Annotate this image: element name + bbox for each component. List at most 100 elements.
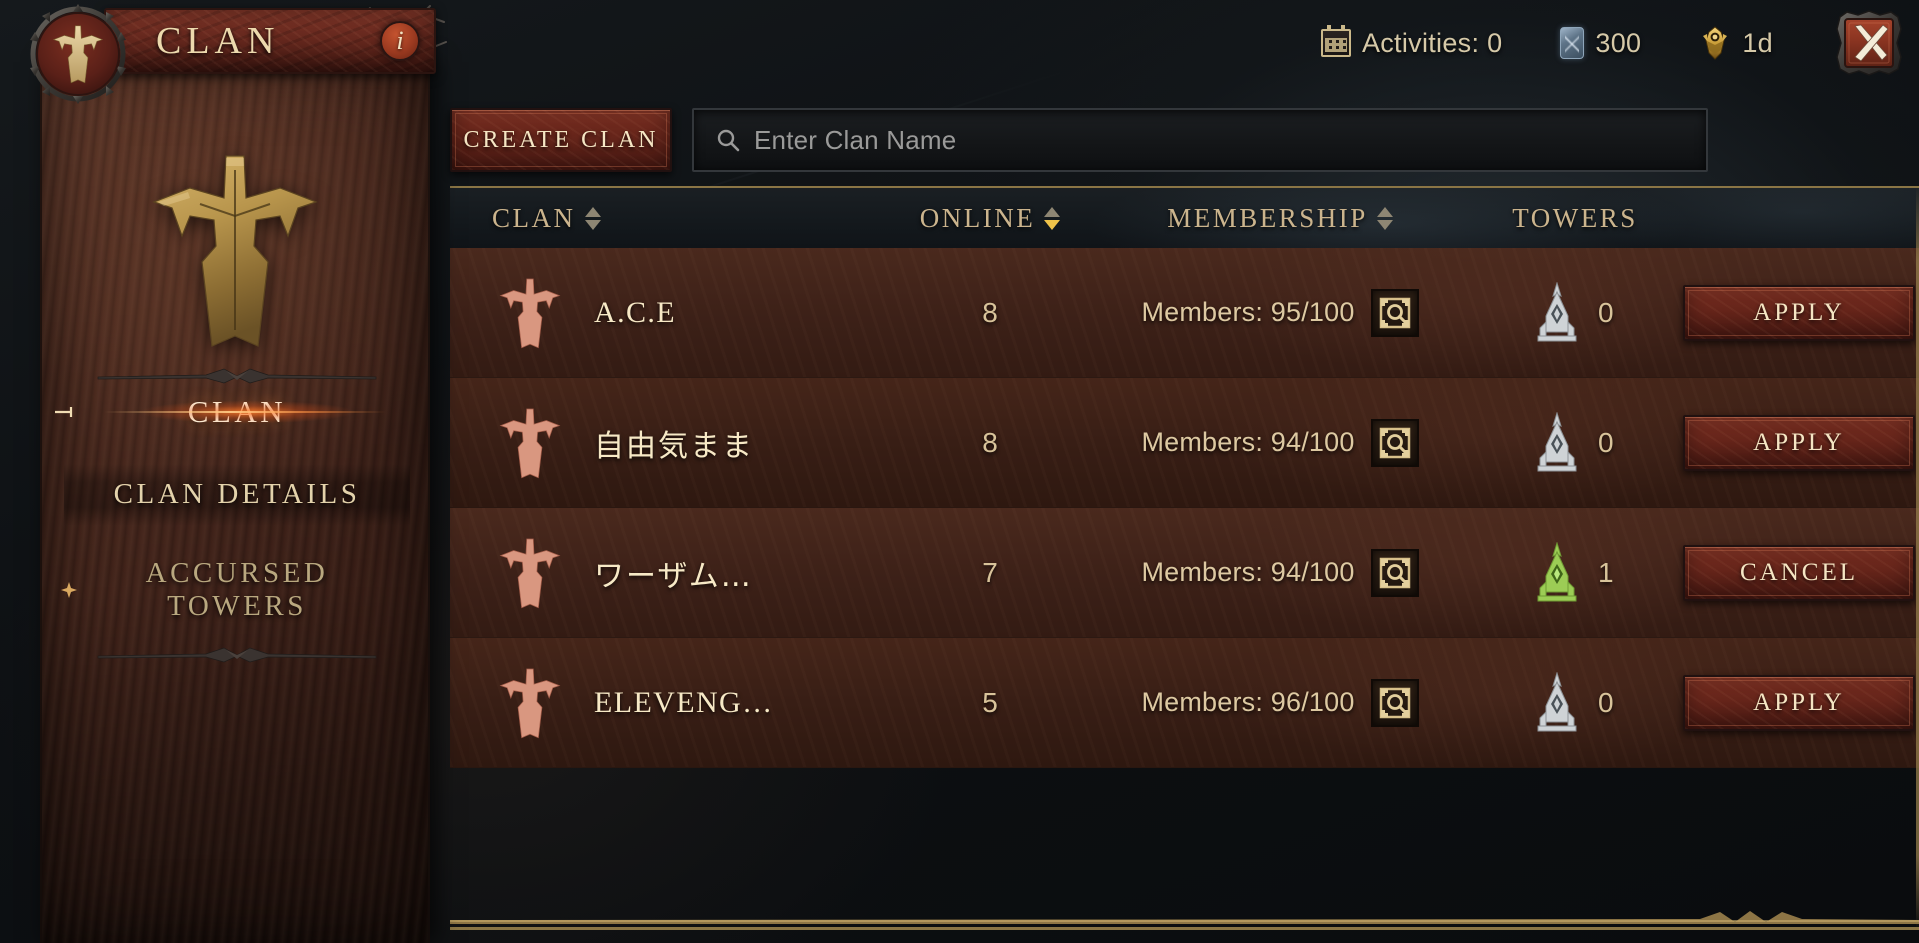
cell-clan: A.C.E — [450, 275, 890, 351]
tower-icon — [1534, 410, 1580, 474]
column-header-clan[interactable]: CLAN — [450, 203, 890, 234]
cancel-button[interactable]: CANCEL — [1683, 544, 1915, 601]
action-label: CANCEL — [1740, 558, 1858, 586]
arrow-marker-icon — [54, 401, 76, 423]
cell-membership: Members: 95/100 — [1090, 288, 1470, 337]
clan-sigil-icon — [492, 665, 568, 741]
cell-towers: 0 — [1470, 670, 1680, 734]
column-header-label: ONLINE — [919, 202, 1036, 233]
action-label: APPLY — [1753, 428, 1845, 456]
table-row[interactable]: A.C.E 8 Members: 95/100 0 APPLY — [450, 248, 1919, 378]
rank-crest-icon — [1699, 26, 1731, 60]
cell-online: 8 — [982, 296, 998, 328]
close-button[interactable] — [1831, 5, 1907, 81]
tower-count: 0 — [1598, 296, 1614, 328]
cell-online: 8 — [982, 426, 998, 458]
column-header-towers: TOWERS — [1470, 203, 1680, 234]
cell-towers: 1 — [1470, 540, 1680, 604]
rank-value: 1d — [1742, 27, 1773, 58]
currency-value: 300 — [1595, 27, 1642, 58]
table-header-row: CLAN ONLINE MEMBERSHIP TOWERS — [450, 186, 1919, 248]
table-row[interactable]: ワーザム… 7 Members: 94/100 1 CANCEL — [450, 508, 1919, 638]
sidebar-divider-top — [96, 367, 378, 385]
column-header-membership[interactable]: MEMBERSHIP — [1090, 203, 1470, 234]
clan-name: 自由気まま — [594, 428, 754, 464]
sort-arrows-online[interactable] — [1044, 206, 1061, 230]
cell-membership: Members: 94/100 — [1090, 548, 1470, 597]
sidebar-item-clan-details[interactable]: CLAN DETAILS — [64, 464, 410, 526]
cell-action: APPLY — [1680, 284, 1918, 341]
sidebar-item-label: CLAN DETAILS — [113, 478, 361, 511]
inspect-magnifier-icon[interactable] — [1370, 288, 1419, 337]
sort-desc-arrow — [1044, 219, 1061, 230]
cell-online: 7 — [982, 556, 998, 588]
main-panel: CREATE CLAN Enter Clan Name CLAN ONLINE … — [442, 0, 1919, 943]
tower-count: 0 — [1598, 686, 1614, 718]
search-placeholder: Enter Clan Name — [754, 124, 957, 155]
tower-count: 0 — [1598, 426, 1614, 458]
membership-text: Members: 94/100 — [1141, 557, 1355, 587]
cross-marker-icon — [58, 579, 80, 601]
currency-indicator[interactable]: 300 — [1560, 27, 1641, 59]
clan-list-table: CLAN ONLINE MEMBERSHIP TOWERS A.C.E 8 Me… — [450, 186, 1919, 930]
sort-arrows-clan[interactable] — [584, 206, 601, 230]
cell-action: APPLY — [1680, 414, 1918, 471]
column-header-online[interactable]: ONLINE — [890, 203, 1090, 234]
cell-towers: 0 — [1470, 410, 1680, 474]
hilts-icon — [1560, 27, 1585, 59]
cell-membership: Members: 96/100 — [1090, 678, 1470, 727]
sidebar-divider-bottom — [96, 647, 378, 665]
column-header-label: CLAN — [492, 202, 576, 233]
clan-screen: Activities: 0 300 1d CLAN CLAN DETAILS A… — [0, 0, 1919, 943]
apply-button[interactable]: APPLY — [1683, 674, 1915, 731]
calendar-icon — [1320, 25, 1351, 57]
inspect-magnifier-icon[interactable] — [1370, 548, 1419, 597]
table-body: A.C.E 8 Members: 95/100 0 APPLY 自由気まま 8 … — [450, 248, 1919, 930]
cell-membership: Members: 94/100 — [1090, 418, 1470, 467]
sidebar: CLAN CLAN DETAILS ACCURSED TOWERS CLAN i — [18, 0, 447, 943]
clan-emblem-icon — [130, 150, 340, 350]
sort-desc-arrow — [584, 219, 601, 230]
cell-clan: ELEVENG… — [450, 665, 890, 741]
apply-button[interactable]: APPLY — [1683, 414, 1915, 471]
action-label: APPLY — [1753, 688, 1845, 716]
search-input[interactable]: Enter Clan Name — [692, 108, 1708, 172]
action-label: APPLY — [1753, 298, 1845, 326]
create-clan-button[interactable]: CREATE CLAN — [450, 108, 672, 172]
membership-text: Members: 95/100 — [1141, 297, 1355, 327]
clan-name: A.C.E — [594, 295, 676, 329]
clan-name: ワーザム… — [594, 558, 753, 594]
sort-asc-arrow — [1376, 206, 1393, 217]
sort-arrows-membership[interactable] — [1376, 206, 1393, 230]
inspect-magnifier-icon[interactable] — [1370, 418, 1419, 467]
cell-clan: 自由気まま — [450, 405, 890, 481]
column-header-label: TOWERS — [1512, 202, 1638, 233]
membership-text: Members: 94/100 — [1141, 427, 1355, 457]
tower-count: 1 — [1598, 556, 1614, 588]
toolbar: CREATE CLAN Enter Clan Name — [450, 108, 1708, 172]
cell-clan: ワーザム… — [450, 535, 890, 611]
column-header-label: MEMBERSHIP — [1167, 202, 1368, 233]
table-row[interactable]: ELEVENG… 5 Members: 96/100 0 APPLY — [450, 638, 1919, 768]
clan-name: ELEVENG… — [594, 685, 774, 719]
rank-indicator[interactable]: 1d — [1699, 26, 1773, 60]
tower-icon — [1534, 540, 1580, 604]
activities-indicator[interactable]: Activities: 0 — [1320, 25, 1503, 59]
table-row[interactable]: 自由気まま 8 Members: 94/100 0 APPLY — [450, 378, 1919, 508]
sidebar-item-accursed-towers[interactable]: ACCURSED TOWERS — [61, 547, 410, 633]
create-clan-label: CREATE CLAN — [463, 126, 659, 153]
sidebar-item-label: CLAN — [187, 394, 287, 430]
activities-label: Activities: 0 — [1361, 27, 1503, 58]
cell-towers: 0 — [1470, 280, 1680, 344]
clan-sigil-icon — [492, 275, 568, 351]
inspect-magnifier-icon[interactable] — [1370, 678, 1419, 727]
cell-online: 5 — [982, 686, 998, 718]
clan-sigil-icon — [492, 535, 568, 611]
sidebar-panel: CLAN CLAN DETAILS ACCURSED TOWERS — [40, 62, 430, 943]
sort-asc-arrow — [584, 206, 601, 217]
tower-icon — [1534, 670, 1580, 734]
apply-button[interactable]: APPLY — [1683, 284, 1915, 341]
sort-asc-arrow — [1044, 206, 1061, 217]
cell-action: CANCEL — [1680, 544, 1918, 601]
sidebar-item-clan[interactable]: CLAN — [55, 384, 410, 440]
